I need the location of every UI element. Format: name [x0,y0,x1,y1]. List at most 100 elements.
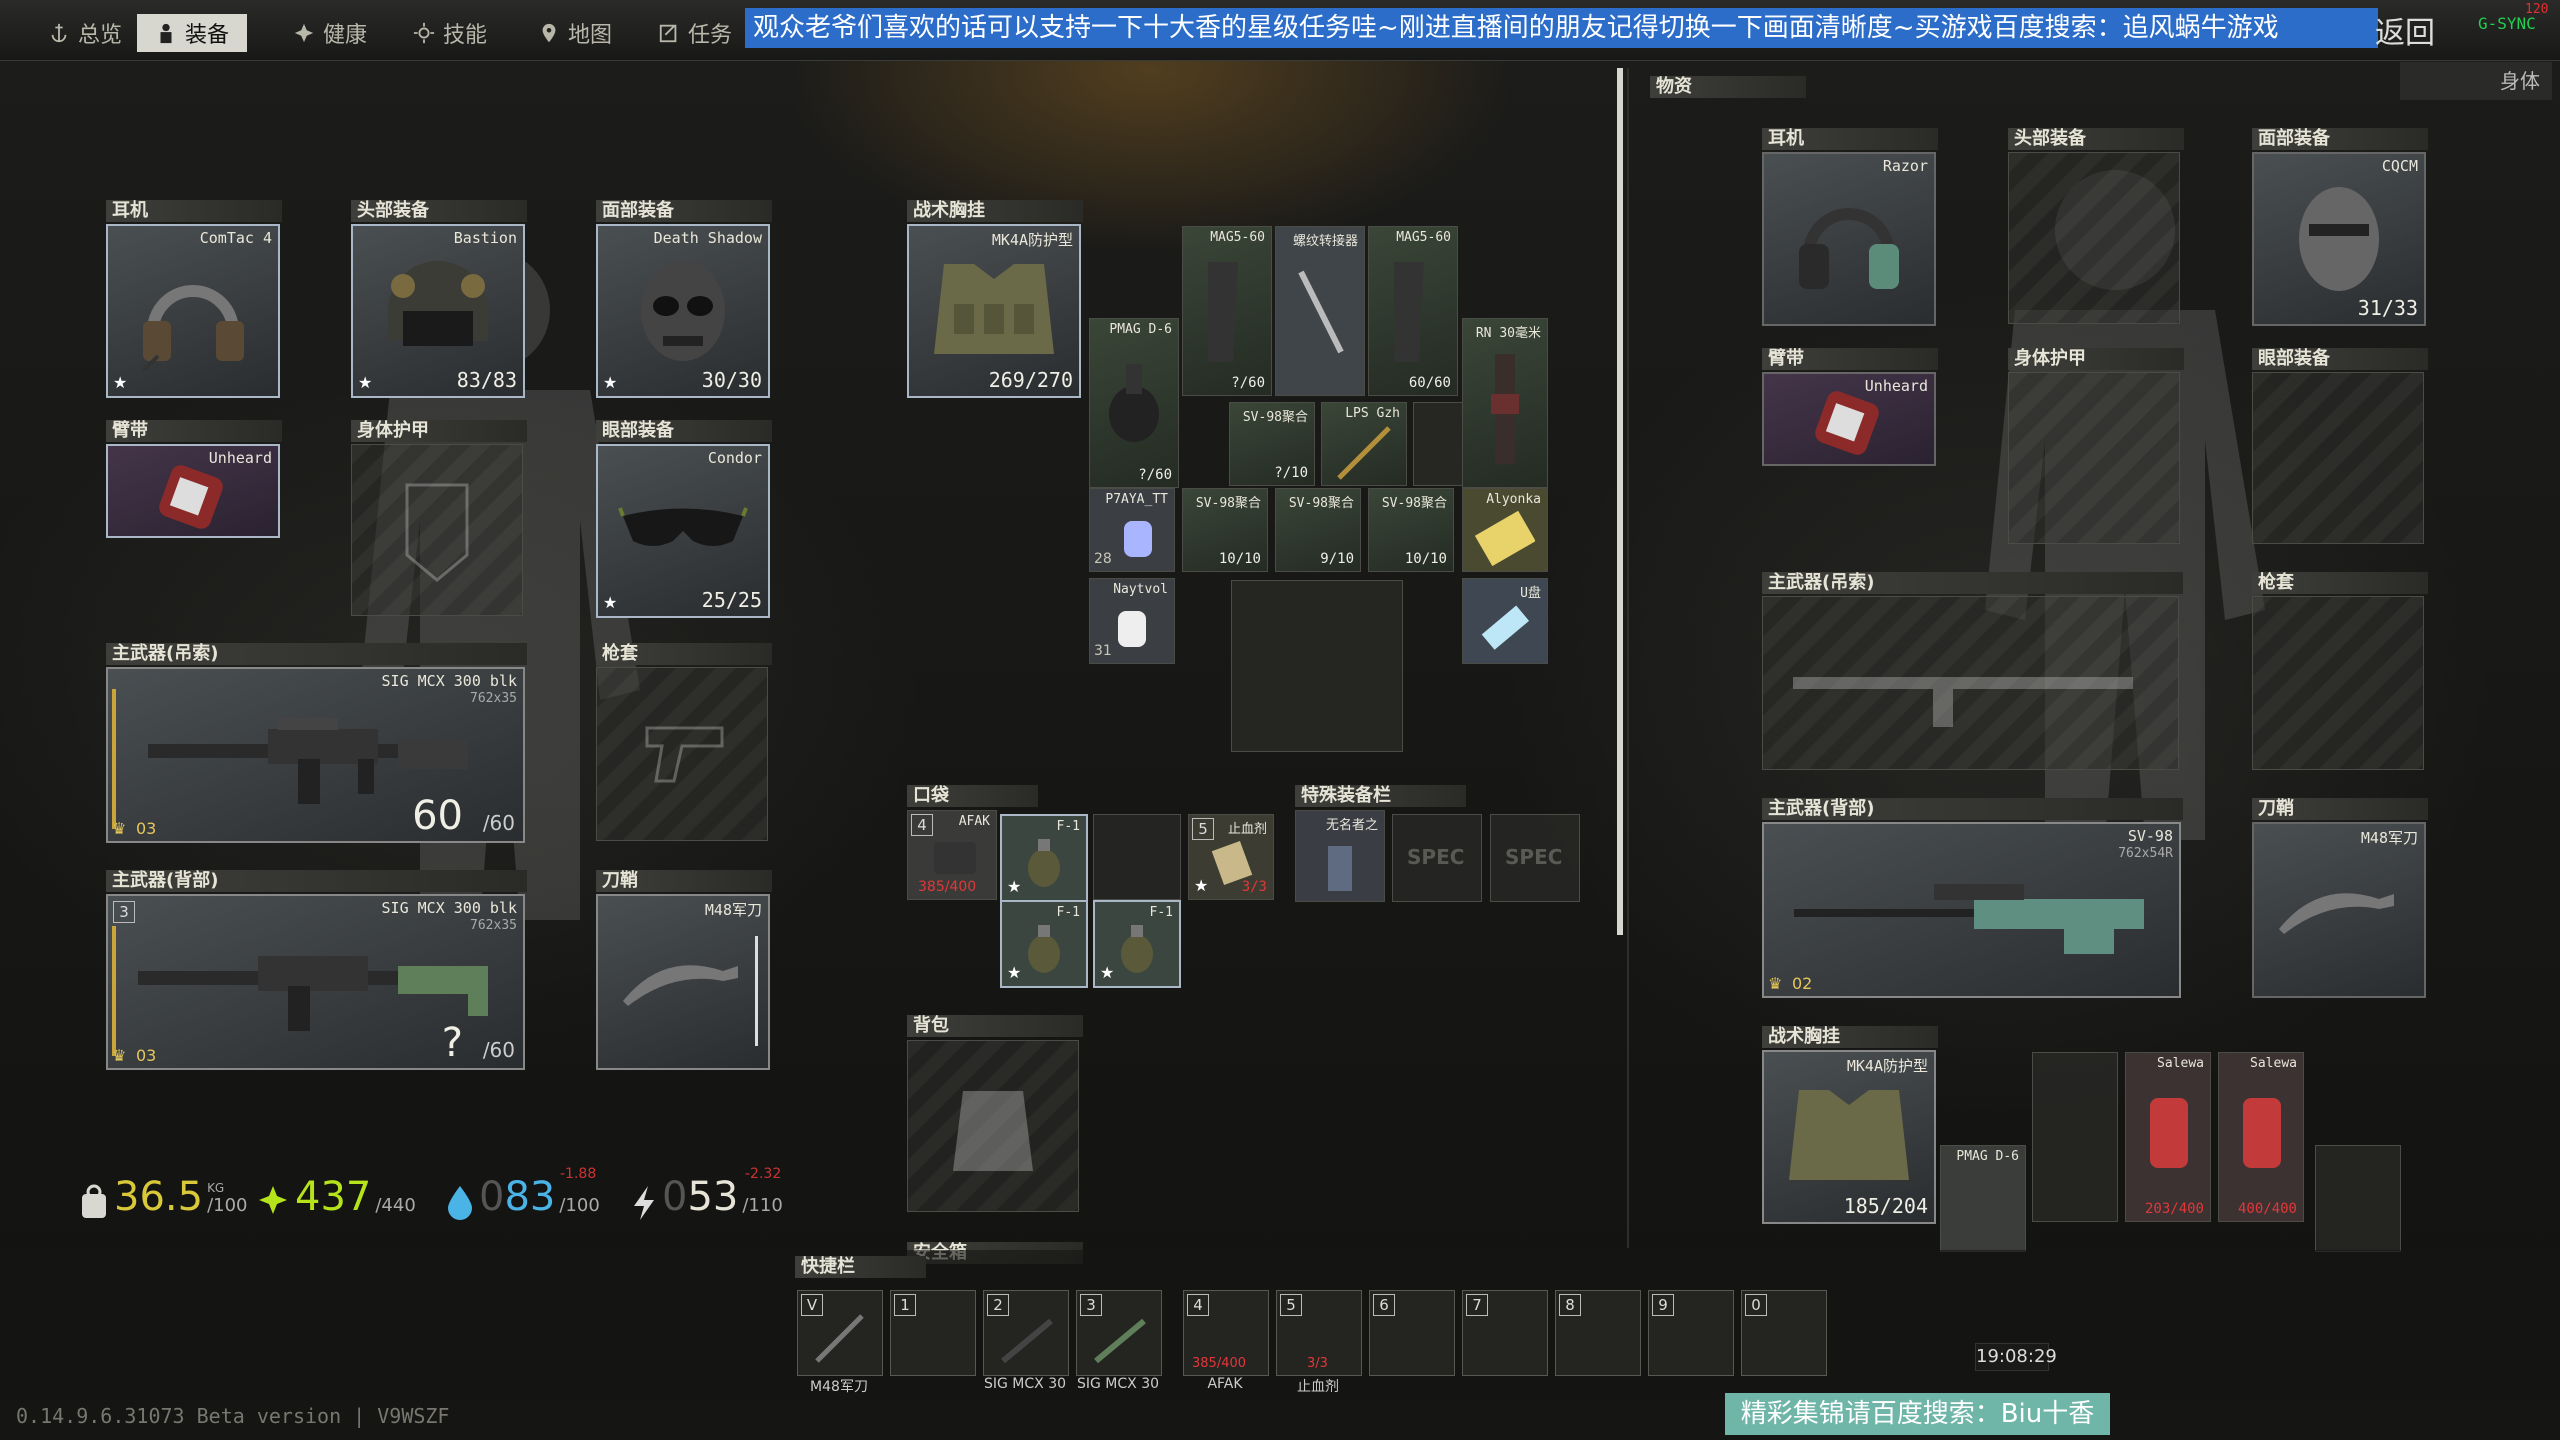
pocket-item-grenade[interactable]: F-1 ★ [1000,900,1088,988]
special-empty-slot[interactable]: SPEC [1490,814,1580,902]
r-rig-title: 战术胸挂 [1762,1026,1938,1048]
tab-map[interactable]: 地图 [520,14,630,52]
right-tab-loot[interactable]: 物资 [1650,76,1806,98]
headwear-durability: 83/83 [456,368,517,392]
rig-item-sv98-mag[interactable]: SV-98聚合 10/10 [1368,488,1454,572]
tab-overview[interactable]: 总览 [30,14,140,52]
r-armor-slot[interactable] [2008,372,2180,544]
energy-value: 53 [687,1174,739,1220]
facecover-name: Death Shadow [653,229,762,247]
pocket-item-value: 3/3 [1241,879,1267,895]
pocket-item-hemostatic[interactable]: 5 止血剂 ★ 3/3 [1188,814,1274,900]
hotbar-slot-9[interactable]: 9 [1648,1290,1734,1376]
hotbar-slot-8[interactable]: 8 [1555,1290,1641,1376]
r-armband-slot[interactable]: Unheard [1762,372,1936,466]
backpack-slot[interactable] [907,1040,1079,1212]
primary-sling-slot[interactable]: SIG MCX 300 blk 762x35 ♛ 03 60 /60 [106,667,525,843]
special-item-slot[interactable]: 无名者之 [1295,810,1385,902]
tab-health[interactable]: 健康 [275,14,385,52]
star-icon: ★ [358,373,373,392]
vest-icon [934,264,1054,354]
back-button[interactable]: 返回 [2375,8,2435,52]
armband-icon [1815,391,1879,455]
r-rig-empty[interactable] [2032,1052,2118,1222]
r-headwear-slot[interactable] [2008,152,2180,324]
hotbar-slot-2[interactable]: 2 [983,1290,1069,1376]
pockets-title: 口袋 [907,785,1038,807]
hotbar-slot-4[interactable]: 4 385/400 [1183,1290,1269,1376]
r-scabbard-slot[interactable]: M48军刀 [2252,822,2426,998]
helmet-icon [388,261,488,346]
tab-skills[interactable]: 技能 [395,14,505,52]
hotbar-slot-1[interactable]: 1 [890,1290,976,1376]
r-rig-item-salewa[interactable]: Salewa 400/400 [2218,1052,2304,1222]
rig-item-dogtag[interactable]: P7AYA_TT 28 [1089,488,1175,572]
rig-item-value: 31 [1094,643,1112,659]
pocket-item-grenade[interactable]: F-1 ★ [1093,900,1181,988]
eyewear-slot[interactable]: Condor ★ 25/25 [596,444,770,618]
r-primary-sling-slot[interactable] [1762,596,2179,770]
rig-item-sv98-mag[interactable]: SV-98聚合 9/10 [1275,488,1361,572]
energy-prefix: 0 [662,1174,688,1220]
armor-slot[interactable] [351,444,523,616]
hotkey-label: 4 [1187,1294,1209,1316]
facecover-slot[interactable]: Death Shadow ★ 30/30 [596,224,770,398]
weight-max: /100 [207,1195,248,1216]
grenade-icon [1028,839,1060,887]
right-tab-body[interactable]: 身体 [2400,62,2552,100]
r-earpiece-slot[interactable]: Razor [1762,152,1936,326]
hotbar-slot-0[interactable]: 0 [1741,1290,1827,1376]
hotbar-slot-6[interactable]: 6 [1369,1290,1455,1376]
r-facecover-slot[interactable]: CQCM 31/33 [2252,152,2426,326]
r-rig-item-drum-mag[interactable]: PMAG D-6 [1940,1145,2026,1252]
tab-gear[interactable]: 装备 [137,14,248,52]
rig-item-magazine[interactable]: MAG5-60 60/60 [1368,226,1458,396]
rig-item-flash-drive[interactable]: U盘 [1462,578,1548,664]
hydration-prefix: 0 [479,1174,505,1220]
rig-item-dogtag[interactable]: Naytvol 31 [1089,578,1175,664]
weight-value: 36.5 [114,1174,204,1220]
grenade-icon [1028,925,1060,973]
scabbard-slot[interactable]: M48军刀 [596,894,770,1070]
pocket-item-afak[interactable]: 4 AFAK 385/400 [907,810,997,900]
hotbar-slot-7[interactable]: 7 [1462,1290,1548,1376]
earpiece-slot[interactable]: ComTac 4 ★ [106,224,280,398]
rig-item-chocolate[interactable]: Alyonka [1462,488,1548,572]
hotbar-label: SIG MCX 30 [1076,1376,1160,1392]
r-holster-slot[interactable] [2252,596,2424,770]
rig-item-drum-mag[interactable]: PMAG D-6 ?/60 [1089,318,1179,488]
rig-item-sv98-mag[interactable]: SV-98聚合 ?/10 [1229,402,1315,486]
tab-tasks[interactable]: 任务 [640,14,750,52]
scope-icon [1491,354,1519,464]
primary-back-slot[interactable]: SIG MCX 300 blk 762x35 3 ♛ 03 ? /60 [106,894,525,1070]
rig-item-scope[interactable]: RN 30毫米 [1462,318,1548,488]
pocket-item-name: 止血剂 [1227,822,1267,837]
r-eyewear-slot[interactable] [2252,372,2424,544]
earpiece-name: ComTac 4 [199,229,272,247]
hotbar-slot-3[interactable]: 3 [1076,1290,1162,1376]
armband-slot[interactable]: Unheard [106,444,280,538]
r-primary-back-slot[interactable]: SV-98 762x54R ♛ 02 [1762,822,2181,998]
holster-slot[interactable] [596,667,768,841]
rig-slot[interactable]: MK4A防护型 269/270 [907,224,1081,398]
r-rig-item-salewa[interactable]: Salewa 203/400 [2125,1052,2211,1222]
star-icon: ★ [113,373,128,392]
hotkey-label: 9 [1652,1294,1674,1316]
knife-icon [623,965,738,1006]
hotbar-slot-v[interactable]: V [797,1290,883,1376]
pocket-item-grenade[interactable]: F-1 ★ [1000,814,1088,902]
hotkey-label: 8 [1559,1294,1581,1316]
rig-item-magazine[interactable]: MAG5-60 ?/60 [1182,226,1272,396]
hotbar-slot-5[interactable]: 5 3/3 [1276,1290,1362,1376]
water-drop-icon [448,1186,472,1220]
pocket-empty[interactable] [1093,814,1181,900]
r-rig-slot[interactable]: MK4A防护型 185/204 [1762,1050,1936,1224]
rig-item-sv98-mag[interactable]: SV-98聚合 10/10 [1182,488,1268,572]
grenade-icon [1121,925,1153,973]
rig-empty-large-cell[interactable] [1231,580,1403,752]
special-empty-slot[interactable]: SPEC [1392,814,1482,902]
headwear-slot[interactable]: Bastion ★ 83/83 [351,224,525,398]
rig-item-adapter[interactable]: 螺纹转接器 [1275,226,1365,396]
r-rig-empty[interactable] [2315,1145,2401,1252]
rig-item-lps[interactable]: LPS Gzh [1321,402,1407,486]
